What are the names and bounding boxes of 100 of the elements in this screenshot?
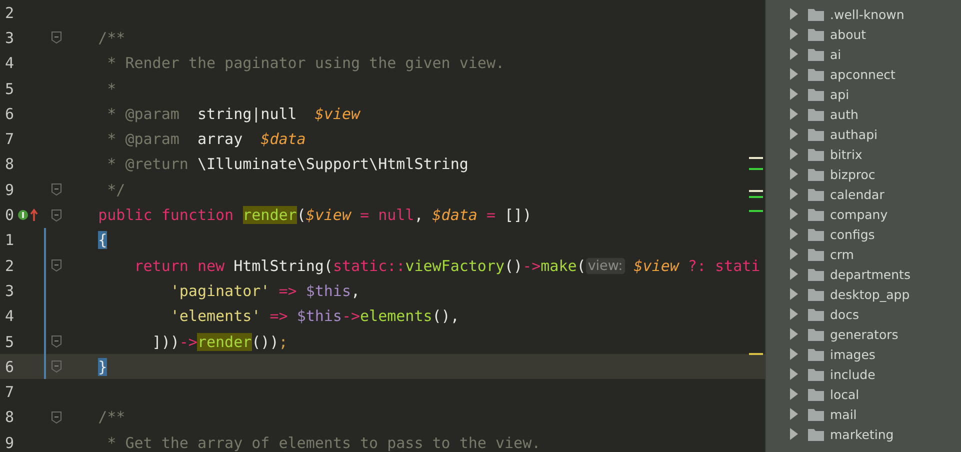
expand-arrow-icon[interactable] [789,168,799,180]
folder-icon [808,68,824,80]
code-token: ?: [686,256,707,275]
folder-name: .well-known [830,6,904,22]
line-number: 8 [4,155,14,174]
folder-item[interactable]: company [766,204,961,224]
code-token: HtmlString( [234,256,333,275]
fold-icon[interactable] [50,410,62,424]
code-token: :: [387,256,406,275]
code-token: * [106,155,118,174]
folder-item[interactable]: generators [766,324,961,344]
fold-icon[interactable] [50,259,62,272]
expand-arrow-icon[interactable] [789,308,799,320]
code-token: string|null [196,104,298,123]
expand-arrow-icon[interactable] [789,208,799,220]
expand-arrow-icon[interactable] [789,248,799,260]
expand-arrow-icon[interactable] [789,8,799,20]
expand-arrow-icon[interactable] [789,108,799,120]
folder-item[interactable]: mail [766,404,961,424]
code-token: = [485,206,496,224]
expand-arrow-icon[interactable] [789,328,799,340]
folder-name: about [830,26,866,42]
line-number: 9 [4,180,14,199]
code-token: @return [125,155,188,174]
expand-arrow-icon[interactable] [789,88,799,100]
folder-item[interactable]: auth [766,104,961,124]
fold-icon[interactable] [50,335,62,348]
folder-name: authapi [830,126,878,142]
fold-icon[interactable] [50,208,62,222]
expand-arrow-icon[interactable] [789,188,799,200]
code-token: ; [278,332,288,350]
code-token: 'paginator' [169,282,270,300]
folder-item[interactable]: .well-known [766,4,961,24]
folder-item[interactable]: docs [766,304,961,324]
code-token: $view [314,104,360,123]
expand-arrow-icon[interactable] [789,348,799,360]
code-token: { [98,231,108,250]
line-number: 6 [4,104,14,123]
expand-arrow-icon[interactable] [789,28,799,40]
folder-icon [808,168,824,180]
folder-name: generators [830,326,898,342]
folder-item[interactable]: about [766,24,961,44]
folder-item[interactable]: ai [766,44,961,64]
folder-item[interactable]: marketing [766,424,961,444]
folder-item[interactable]: configs [766,224,961,244]
expand-arrow-icon[interactable] [789,148,799,160]
code-token: $view [306,206,351,224]
folder-icon [808,368,824,380]
code-token: array [196,130,244,148]
expand-arrow-icon[interactable] [789,268,799,280]
code-token: , [351,282,360,300]
folder-item[interactable]: desktop_app [766,284,961,304]
fold-icon[interactable] [50,183,62,196]
folder-item[interactable]: departments [766,264,961,284]
folder-name: desktop_app [830,286,910,302]
folder-name: local [830,386,860,402]
folder-icon [808,228,824,240]
parameter-hint: view: [586,258,625,274]
code-token: * Render the paginator using the given view. [106,54,505,72]
folder-item[interactable]: local [766,384,961,404]
code-token: } [98,358,108,376]
fold-icon[interactable] [50,360,62,374]
expand-arrow-icon[interactable] [789,288,799,300]
folder-item[interactable]: crm [766,244,961,264]
expand-arrow-icon[interactable] [789,408,799,420]
expand-arrow-icon[interactable] [789,368,799,380]
folder-item[interactable]: apconnect [766,64,961,84]
expand-arrow-icon[interactable] [789,228,799,240]
expand-arrow-icon[interactable] [789,388,799,400]
folder-icon [808,8,824,20]
folder-name: bizproc [830,166,876,182]
expand-arrow-icon[interactable] [789,128,799,140]
line-number: 7 [4,383,14,402]
expand-arrow-icon[interactable] [789,68,799,80]
code-token: elements [360,307,432,326]
folder-item[interactable]: include [766,364,961,384]
code-token: return new [133,256,226,275]
folder-item[interactable]: bizproc [766,164,961,184]
folder-name: calendar [830,186,884,202]
line-number: 2 [4,256,14,275]
expand-arrow-icon[interactable] [789,428,799,440]
code-token: stati [715,256,760,275]
line-number: 3 [4,282,14,300]
folder-item[interactable]: calendar [766,184,961,204]
folder-item[interactable]: api [766,84,961,104]
code-token: render [242,206,297,224]
folder-name: departments [830,266,910,282]
code-token: = [359,206,370,224]
folder-name: company [830,206,888,222]
expand-arrow-icon[interactable] [789,48,799,60]
folder-name: mail [830,406,857,422]
fold-icon[interactable] [50,31,62,44]
folder-icon [808,348,824,360]
folder-item[interactable]: bitrix [766,144,961,164]
folder-name: crm [830,246,854,262]
folder-item[interactable]: images [766,344,961,364]
code-token: * [106,130,118,148]
code-token: ()) [252,332,279,350]
folder-item[interactable]: authapi [766,124,961,144]
code-token: /** [97,28,126,47]
